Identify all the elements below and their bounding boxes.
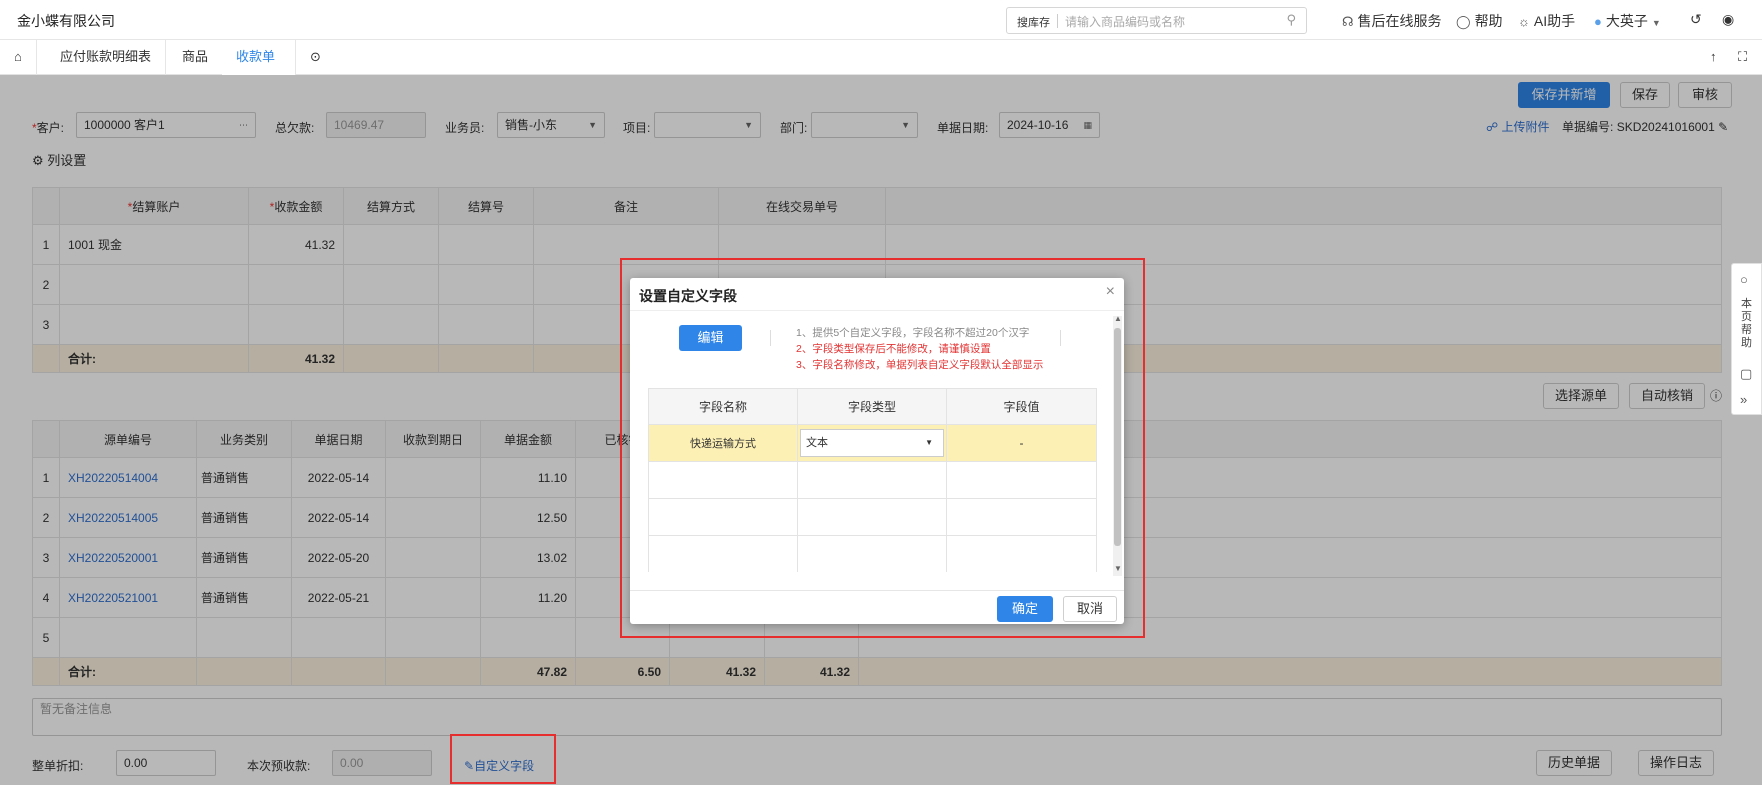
tab-products[interactable]: 商品 bbox=[168, 40, 224, 75]
ok-button[interactable]: 确定 bbox=[997, 596, 1053, 622]
header-field-value: 字段值 bbox=[946, 388, 1097, 425]
message-icon[interactable]: ▢ bbox=[1740, 366, 1752, 382]
collapse-icon[interactable]: » bbox=[1740, 392, 1747, 407]
note-2: 2、字段类型保存后不能修改，请谨慎设置 bbox=[796, 343, 991, 355]
service-link[interactable]: ☊ 售后在线服务 bbox=[1342, 11, 1442, 31]
company-name: 金小蝶有限公司 bbox=[17, 13, 115, 29]
dialog-scrollbar[interactable]: ▲ ▼ bbox=[1113, 314, 1122, 576]
help-label: 帮助 bbox=[1474, 13, 1503, 29]
chevron-down-icon: ▼ bbox=[925, 438, 933, 447]
headset-icon: ☊ bbox=[1342, 14, 1354, 29]
back-icon[interactable]: ↺ bbox=[1690, 11, 1702, 28]
home-icon[interactable]: ⌂ bbox=[0, 40, 37, 75]
scroll-top-icon[interactable]: ↑ bbox=[1704, 40, 1723, 75]
help-label: 本页帮助 bbox=[1741, 298, 1752, 349]
divider bbox=[770, 330, 771, 346]
page-help-panel[interactable]: ○ 本页帮助 ▢ » bbox=[1731, 263, 1762, 415]
compass-icon: ◯ bbox=[1456, 14, 1471, 29]
search-icon[interactable]: ⚲ bbox=[1286, 12, 1296, 28]
avatar: ● bbox=[1594, 14, 1602, 29]
close-icon[interactable]: × bbox=[1106, 283, 1115, 301]
fullscreen-icon[interactable]: ⛶ bbox=[1732, 40, 1753, 75]
user-menu[interactable]: ● 大英子 ▼ bbox=[1594, 11, 1661, 31]
title-divider bbox=[630, 310, 1124, 311]
tab-receipt[interactable]: 收款单× bbox=[222, 40, 296, 98]
table-row[interactable] bbox=[648, 498, 1097, 536]
chat-bubble-icon: ○ bbox=[1740, 272, 1748, 287]
custom-field-table: 字段名称 字段类型 字段值 快递运输方式 文本 ▼ - bbox=[648, 388, 1097, 573]
divider bbox=[1060, 330, 1061, 346]
scroll-down-icon[interactable]: ▼ bbox=[1114, 564, 1122, 573]
tab-payables[interactable]: 应付账款明细表 bbox=[46, 40, 167, 75]
top-bar: 金小蝶有限公司 搜库存 请输入商品编码或名称 ⚲ ☊ 售后在线服务 ◯ 帮助 ☼ AI… bbox=[0, 0, 1762, 40]
ai-icon: ☼ bbox=[1518, 14, 1530, 29]
table-row[interactable] bbox=[648, 461, 1097, 499]
tab-receipt-label: 收款单 bbox=[236, 49, 276, 64]
note-3: 3、字段名称修改，单据列表自定义字段默认全部显示 bbox=[796, 359, 1044, 371]
custom-field-dialog: 设置自定义字段 × 编辑 1、提供5个自定义字段，字段名称不超过20个汉字 2、… bbox=[630, 278, 1124, 624]
field-name-cell[interactable]: 快递运输方式 bbox=[648, 424, 798, 462]
ai-assistant-link[interactable]: ☼ AI助手 bbox=[1518, 11, 1575, 31]
field-type-select[interactable]: 文本 ▼ bbox=[800, 429, 944, 457]
tab-bar: ⌂ 应付账款明细表 商品 收款单× ⊙ ↑ ⛶ bbox=[0, 40, 1762, 98]
settings-icon[interactable]: ◉ bbox=[1722, 11, 1734, 28]
search-input[interactable]: 请输入商品编码或名称 bbox=[1065, 13, 1185, 30]
table-clip bbox=[648, 572, 1097, 590]
user-name: 大英子 bbox=[1605, 13, 1648, 29]
header-field-name: 字段名称 bbox=[648, 388, 798, 425]
chevron-down-icon: ▼ bbox=[1651, 18, 1661, 28]
scroll-thumb[interactable] bbox=[1114, 328, 1121, 546]
edit-button[interactable]: 编辑 bbox=[679, 325, 742, 351]
field-type-cell[interactable]: 文本 ▼ bbox=[797, 424, 947, 462]
more-tabs-icon[interactable]: ⊙ bbox=[296, 40, 335, 75]
help-link[interactable]: ◯ 帮助 bbox=[1456, 11, 1503, 31]
ai-label: AI助手 bbox=[1533, 13, 1576, 29]
field-value-cell: - bbox=[946, 424, 1097, 462]
cancel-button[interactable]: 取消 bbox=[1063, 596, 1117, 622]
dialog-footer: 确定 取消 bbox=[630, 590, 1124, 624]
scroll-up-icon[interactable]: ▲ bbox=[1114, 314, 1122, 323]
global-search[interactable]: 搜库存 请输入商品编码或名称 ⚲ bbox=[1006, 7, 1307, 34]
note-1: 1、提供5个自定义字段，字段名称不超过20个汉字 bbox=[796, 327, 1030, 339]
header-field-type: 字段类型 bbox=[797, 388, 947, 425]
highlight-frame-custom-field bbox=[450, 734, 556, 784]
service-label: 售后在线服务 bbox=[1357, 13, 1442, 29]
search-divider bbox=[1057, 14, 1058, 28]
dialog-title: 设置自定义字段 bbox=[639, 288, 737, 304]
search-scope[interactable]: 搜库存 bbox=[1017, 14, 1050, 30]
table-row[interactable] bbox=[648, 535, 1097, 573]
table-row[interactable]: 快递运输方式 文本 ▼ - bbox=[648, 424, 1097, 462]
